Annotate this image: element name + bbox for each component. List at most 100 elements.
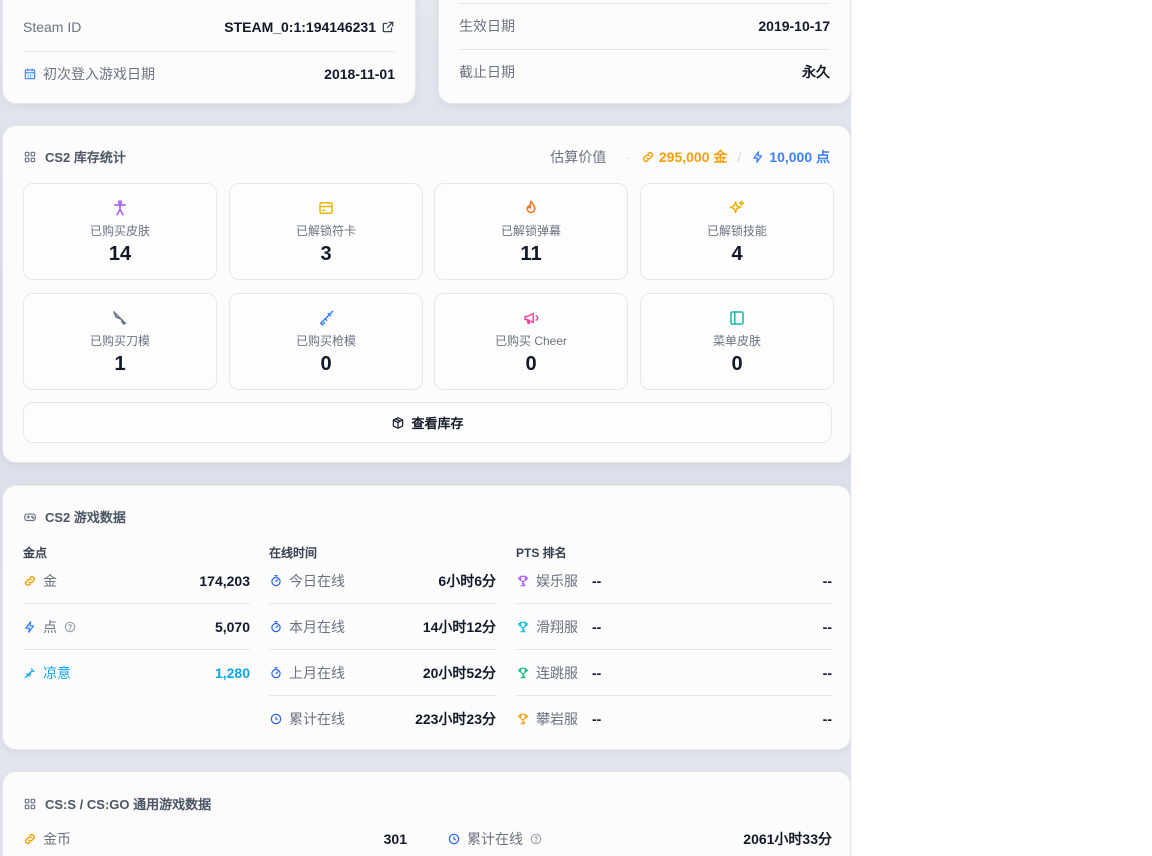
trophy-icon [516, 666, 530, 680]
legacy-title: CS:S / CS:GO 通用游戏数据 [23, 794, 211, 813]
inventory-tile[interactable]: 已购买枪模 0 [229, 293, 423, 390]
trophy-icon [516, 712, 530, 726]
pts-row: 滑翔服 -- -- [516, 604, 832, 650]
legacy-coins-row: 金币 301 [23, 829, 407, 849]
tile-label: 已购买枪模 [295, 334, 356, 348]
tile-value: 0 [525, 353, 537, 375]
currency-column: 金点 金 174,203 点 5,070 凉意 1,280 [23, 544, 250, 696]
first-login-label: 初次登入游戏日期 [43, 66, 155, 82]
online-column: 在线时间 今日在线 6小时6分 本月在线 14小时12分 上月在线 20小时52分 累计在线… [269, 544, 496, 742]
person-icon [110, 198, 130, 218]
external-link-icon [381, 20, 395, 34]
pts-row: 娱乐服 -- -- [516, 558, 832, 604]
pts-label: 攀岩服 [536, 711, 578, 727]
snowflake-icon [23, 666, 37, 680]
inventory-tile[interactable]: 已解锁符卡 3 [229, 183, 423, 280]
online-label: 本月在线 [289, 618, 345, 635]
grid-icon [23, 150, 37, 164]
bolt-icon [23, 620, 37, 634]
tile-value: 3 [320, 243, 332, 265]
pts-rank: -- [592, 664, 602, 681]
tile-label: 已购买刀模 [89, 334, 150, 348]
tile-value: 0 [731, 353, 743, 375]
end-date-row: 截止日期 永久 [459, 49, 830, 95]
end-date-label: 截止日期 [459, 64, 515, 80]
help-icon[interactable] [529, 832, 543, 846]
inventory-title: CS2 库存统计 [23, 147, 126, 166]
pts-head: PTS 排名 [516, 546, 567, 560]
currency-row: 金 174,203 [23, 558, 250, 604]
timer-icon [269, 666, 283, 680]
online-head: 在线时间 [269, 546, 318, 560]
link-icon [23, 574, 37, 588]
first-login-row: 初次登入游戏日期 2018-11-01 [23, 51, 395, 97]
steam-id-value: STEAM_0:1:194146231 [224, 19, 376, 35]
game-title: CS2 游戏数据 [23, 507, 126, 526]
timer-icon [269, 620, 283, 634]
steam-id-link[interactable]: STEAM_0:1:194146231 [224, 19, 395, 35]
currency-value: 1,280 [214, 665, 250, 681]
inventory-tile[interactable]: 菜单皮肤 0 [640, 293, 834, 390]
game-title-text: CS2 游戏数据 [45, 510, 126, 525]
tile-value: 4 [731, 243, 743, 265]
tile-value: 11 [520, 243, 542, 265]
online-row: 累计在线 223小时23分 [269, 696, 496, 742]
pts-label: 娱乐服 [536, 572, 578, 589]
online-label: 累计在线 [289, 711, 345, 727]
online-label: 今日在线 [289, 572, 345, 589]
pts-value: -- [822, 664, 832, 681]
start-date-label: 生效日期 [459, 18, 515, 34]
online-value: 6小时6分 [438, 572, 496, 589]
megaphone-icon [521, 308, 541, 328]
online-value: 223小时23分 [415, 711, 496, 727]
legacy-title-text: CS:S / CS:GO 通用游戏数据 [45, 797, 212, 812]
timer-icon [269, 574, 283, 588]
legacy-data-card: CS:S / CS:GO 通用游戏数据 金币 301 累计在线 2061小时33… [2, 771, 851, 856]
currency-value: 5,070 [214, 618, 250, 635]
legacy-coins-value: 301 [383, 831, 407, 847]
profile-card: Steam ID STEAM_0:1:194146231 初次登入游戏日期 20… [2, 0, 416, 104]
gold-estimate: 295,000 金 [658, 149, 728, 165]
tile-label: 已解锁符卡 [295, 224, 356, 238]
pts-label: 连跳服 [536, 664, 578, 681]
online-row: 本月在线 14小时12分 [269, 604, 496, 650]
trophy-icon [516, 574, 530, 588]
pts-row: 连跳服 -- -- [516, 650, 832, 696]
first-login-value: 2018-11-01 [324, 66, 395, 82]
inventory-tile[interactable]: 已解锁技能 4 [640, 183, 834, 280]
online-row: 今日在线 6小时6分 [269, 558, 496, 604]
legacy-coins-label: 金币 [43, 831, 71, 847]
pts-rank: -- [592, 711, 602, 727]
legacy-online-label: 累计在线 [467, 831, 523, 847]
bolt-icon [751, 150, 765, 164]
pts-value: -- [822, 572, 832, 589]
inventory-tile[interactable]: 已购买皮肤 14 [23, 183, 217, 280]
currency-row: 点 5,070 [23, 604, 250, 650]
help-icon[interactable] [63, 620, 77, 634]
pts-rank: -- [592, 572, 602, 589]
pts-row: 攀岩服 -- -- [516, 696, 832, 742]
inventory-card: CS2 库存统计 估算价值 · 295,000 金 / 10,000 点 已购买… [2, 125, 851, 463]
pts-rank: -- [592, 618, 602, 635]
grid-icon [23, 797, 37, 811]
inventory-tile[interactable]: 已购买 Cheer 0 [434, 293, 628, 390]
start-date-row: 生效日期 2019-10-17 [459, 3, 830, 49]
end-date-value: 永久 [802, 64, 830, 80]
tile-label: 已解锁技能 [706, 224, 767, 238]
card-icon [316, 198, 336, 218]
pts-value: -- [822, 618, 832, 635]
tile-label: 菜单皮肤 [712, 334, 761, 348]
game-data-card: CS2 游戏数据 金点 金 174,203 点 5,070 凉意 1,280 在线时间 今… [2, 485, 851, 750]
inventory-tile[interactable]: 已购买刀模 1 [23, 293, 217, 390]
currency-head: 金点 [23, 546, 48, 560]
box-icon [391, 416, 405, 430]
pts-column: PTS 排名 娱乐服 -- -- 滑翔服 -- -- 连跳服 -- -- 攀岩服 -- -- [516, 544, 832, 742]
view-inventory-button[interactable]: 查看库存 [23, 402, 832, 443]
tile-value: 1 [114, 353, 126, 375]
subscription-card: 生效日期 2019-10-17 截止日期 永久 [438, 0, 851, 104]
legacy-online-value: 2061小时33分 [743, 831, 832, 847]
view-inventory-label: 查看库存 [411, 416, 464, 431]
gamepad-icon [23, 510, 37, 524]
rifle-icon [316, 308, 336, 328]
inventory-tile[interactable]: 已解锁弹幕 11 [434, 183, 628, 280]
